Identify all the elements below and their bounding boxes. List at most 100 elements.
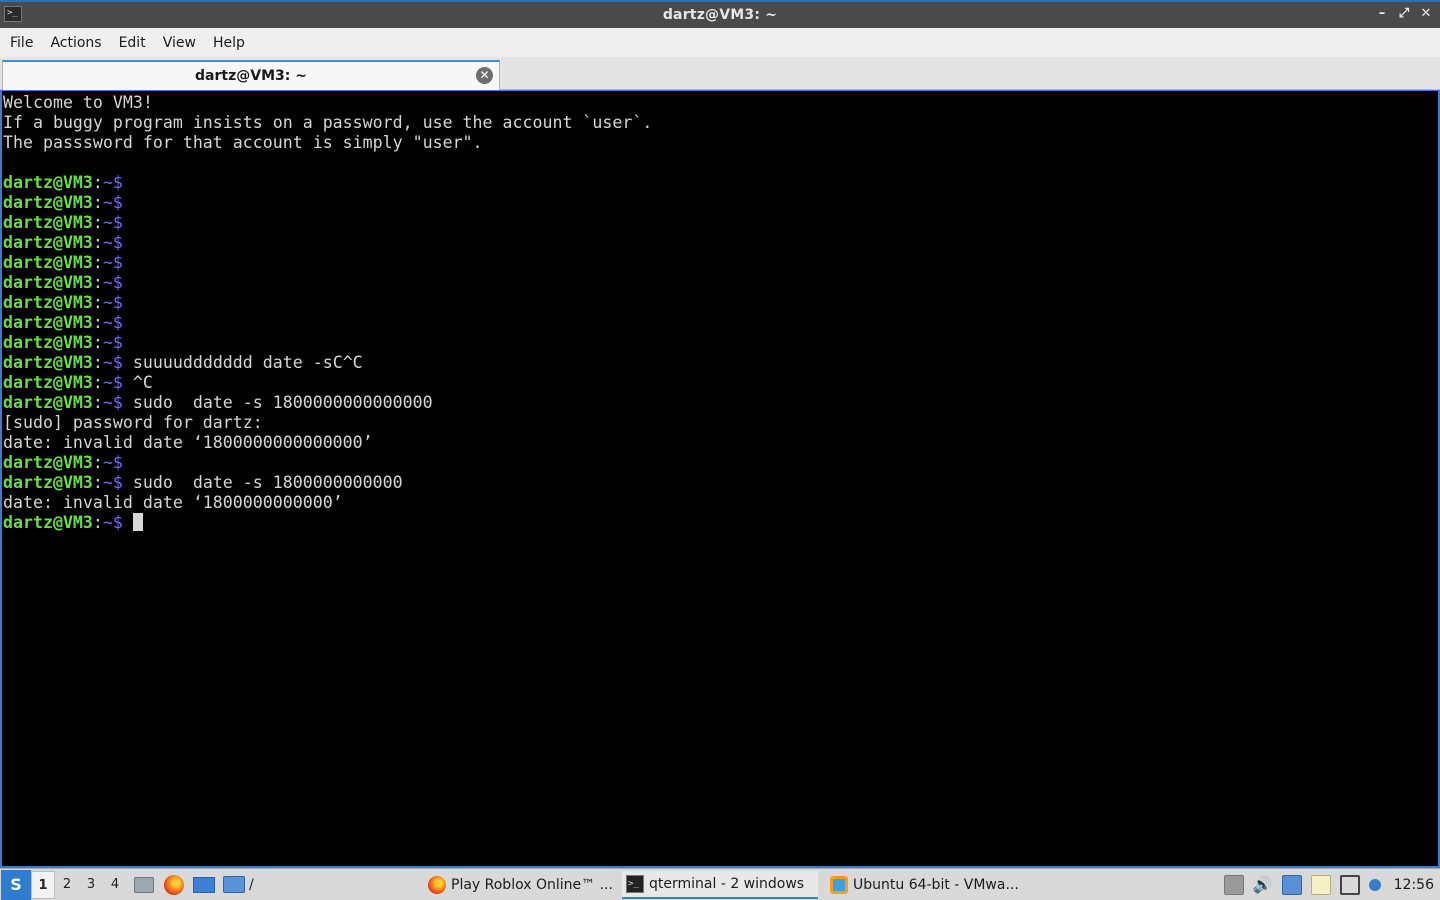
prompt-separator: : [92,193,103,212]
taskbar: S 1 2 3 4 / Play Roblox Online™ ... >_ q… [0,868,1440,900]
close-button[interactable]: ✕ [1418,5,1434,23]
firefox-icon [164,874,184,895]
prompt-separator: : [92,393,103,412]
terminal-prompt-line: dartz@VM3:~$ [3,453,1438,473]
prompt-separator: : [92,213,103,232]
monitor-icon[interactable] [1339,875,1360,895]
prompt-user: dartz@VM3 [3,233,93,252]
task-label: Play Roblox Online™ ... [451,877,613,893]
prompt-separator: : [92,453,103,472]
terminal-prompt-line: dartz@VM3:~$ [3,293,1438,313]
terminal-prompt-line: dartz@VM3:~$ sudo date -s 1800000000000 [3,473,1438,493]
home-folder-launcher[interactable] [221,872,247,898]
task-qterminal[interactable]: >_ qterminal - 2 windows [622,871,818,899]
terminal-prompt-line: dartz@VM3:~$ [3,253,1438,273]
menu-actions[interactable]: Actions [43,35,108,51]
clock[interactable]: 12:56 [1394,877,1434,893]
prompt-path: ~$ [102,213,123,232]
tab-close-icon[interactable]: ✕ [476,67,493,84]
prompt-path: ~$ [102,473,123,492]
prompt-path: ~$ [102,453,123,472]
prompt-user: dartz@VM3 [3,393,93,412]
update-notifier-icon[interactable] [1368,879,1381,891]
prompt-path: ~$ [102,313,123,332]
prompt-separator: : [92,353,103,372]
prompt-path: ~$ [102,233,123,252]
terminal-prompt-line: dartz@VM3:~$ [3,193,1438,213]
task-vmware[interactable]: Ubuntu 64-bit - VMwa... [826,871,1022,899]
prompt-path: ~$ [102,173,123,192]
prompt-separator: : [92,173,103,192]
prompt-separator: : [92,273,103,292]
tab-bar: dartz@VM3: ~ ✕ [0,57,1440,90]
prompt-user: dartz@VM3 [3,253,93,272]
prompt-path: ~$ [102,513,123,532]
terminal-cursor [132,513,143,531]
start-menu-icon[interactable]: S [1,869,31,900]
prompt-path: ~$ [102,193,123,212]
minimize-button[interactable]: – [1374,5,1390,23]
prompt-command [123,513,133,532]
firefox-icon [428,876,446,894]
desktop-3-button[interactable]: 3 [79,871,103,899]
prompt-user: dartz@VM3 [3,333,93,352]
prompt-path: ~$ [102,353,123,372]
file-manager-icon [134,876,154,893]
terminal-tab[interactable]: dartz@VM3: ~ ✕ [2,60,500,90]
desktop-4-button[interactable]: 4 [103,871,127,899]
prompt-user: dartz@VM3 [3,293,93,312]
tab-label: dartz@VM3: ~ [195,68,307,84]
terminal-prompt-line: dartz@VM3:~$ [3,513,1438,533]
network-icon[interactable] [1281,875,1302,895]
prompt-separator: : [92,373,103,392]
prompt-path: ~$ [102,293,123,312]
prompt-user: dartz@VM3 [3,353,93,372]
vmware-icon [830,876,848,894]
prompt-user: dartz@VM3 [3,173,93,192]
task-firefox[interactable]: Play Roblox Online™ ... [424,871,614,899]
menu-help[interactable]: Help [206,35,252,51]
clipboard-icon[interactable] [1310,875,1331,895]
prompt-separator: : [92,253,103,272]
prompt-separator: : [92,293,103,312]
desktop-2-button[interactable]: 2 [55,871,79,899]
window-controls: – ⤢ ✕ [1374,5,1434,23]
menu-file[interactable]: File [3,35,40,51]
quicklaunch-path-label: / [249,876,254,893]
terminal-prompt-line: dartz@VM3:~$ [3,233,1438,253]
show-desktop-launcher[interactable] [191,872,217,898]
folder-icon [223,876,245,893]
prompt-user: dartz@VM3 [3,453,93,472]
menu-bar: File Actions Edit View Help [0,28,1440,57]
terminal-output-line: date: invalid date ‘1800000000000’ [3,493,343,512]
firefox-launcher[interactable] [161,872,187,898]
file-manager-launcher[interactable] [131,872,157,898]
prompt-path: ~$ [102,333,123,352]
volume-icon[interactable]: 🔊 [1253,875,1273,895]
prompt-separator: : [92,473,103,492]
menu-view[interactable]: View [156,35,203,51]
prompt-user: dartz@VM3 [3,273,93,292]
prompt-path: ~$ [102,393,123,412]
terminal-prompt-line: dartz@VM3:~$ [3,313,1438,333]
prompt-user: dartz@VM3 [3,473,93,492]
menu-edit[interactable]: Edit [112,35,153,51]
tray-expand-icon[interactable] [1223,875,1244,895]
terminal-output-line: The passsword for that account is simply… [3,133,483,152]
prompt-command: suuuuddddddd date -sC^C [122,353,363,372]
prompt-path: ~$ [102,273,123,292]
terminal-prompt-line: dartz@VM3:~$ [3,213,1438,233]
terminal-prompt-line: dartz@VM3:~$ sudo date -s 18000000000000… [3,393,1438,413]
terminal-prompt-line: dartz@VM3:~$ suuuuddddddd date -sC^C [3,353,1438,373]
terminal-app-icon[interactable]: >_ [4,6,22,22]
terminal-output[interactable]: Welcome to VM3! If a buggy program insist… [0,90,1440,868]
desktop-1-button[interactable]: 1 [31,870,55,899]
prompt-user: dartz@VM3 [3,373,93,392]
prompt-user: dartz@VM3 [3,193,93,212]
maximize-button[interactable]: ⤢ [1396,5,1412,23]
task-label: qterminal - 2 windows [649,876,805,892]
prompt-command: ^C [122,373,153,392]
terminal-icon: >_ [626,875,644,893]
prompt-user: dartz@VM3 [3,513,93,532]
